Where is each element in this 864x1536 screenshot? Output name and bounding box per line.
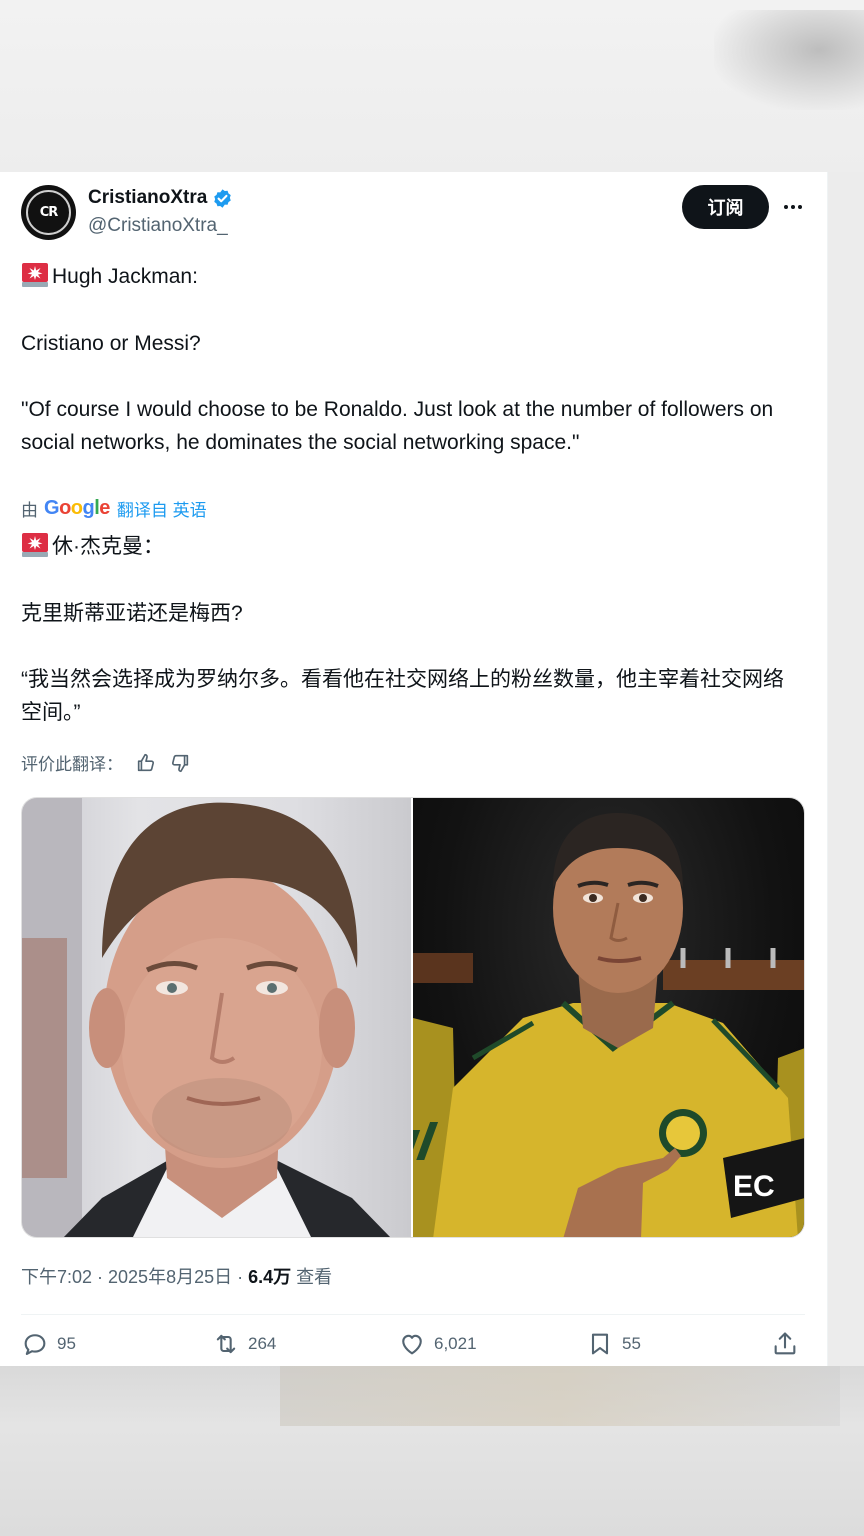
rate-translation-row: 评价此翻译： [21, 750, 191, 775]
translated-line-3: “我当然会选择成为罗纳尔多。看看他在社交网络上的粉丝数量，他主宰着社交网络空间。… [21, 668, 784, 724]
siren-emoji-icon [22, 533, 48, 557]
original-line-2: Cristiano or Messi? [21, 332, 201, 355]
photo-cristiano-ronaldo[interactable]: EC [413, 798, 804, 1237]
bookmark-icon [591, 1333, 609, 1355]
like-count: 6,021 [434, 1334, 477, 1353]
views-count: 6.4万 [248, 1267, 292, 1287]
tweet-meta: 下午7:02 · 2025年8月25日 · 6.4万 查看 [21, 1263, 332, 1289]
background-tint [280, 1366, 840, 1426]
svg-text:EC: EC [733, 1170, 775, 1203]
more-options-button[interactable] [778, 192, 808, 222]
avatar-logo: CR [39, 205, 59, 220]
translated-line-2: 克里斯蒂亚诺还是梅西? [21, 602, 243, 625]
background-top [0, 0, 864, 172]
divider [21, 1314, 805, 1315]
thumbs-up-icon[interactable] [135, 752, 157, 774]
translated-by-label: 由 [21, 501, 38, 520]
original-line-1-text: Hugh Jackman: [52, 265, 198, 288]
translation-attribution: 由 Google 翻译自 英语 [21, 496, 207, 521]
like-button[interactable]: 6,021 [398, 1330, 477, 1358]
repost-count: 264 [248, 1334, 277, 1353]
translated-from-link[interactable]: 翻译自 英语 [117, 496, 207, 521]
views-label: 查看 [291, 1267, 333, 1287]
repost-icon [216, 1334, 236, 1354]
display-name[interactable]: CristianoXtra [88, 187, 207, 209]
bookmark-button[interactable]: 55 [586, 1330, 641, 1358]
action-bar: 95 264 6,021 55 [21, 1330, 805, 1366]
background-blur [714, 10, 864, 110]
avatar-ring: CR [26, 190, 71, 235]
timestamp[interactable]: 下午7:02 · 2025年8月25日 · [21, 1267, 248, 1287]
google-logo: Google [44, 497, 110, 519]
more-horizontal-icon [784, 205, 802, 209]
heart-icon [402, 1334, 422, 1355]
translated-line-1: 休·杰克曼： [21, 530, 164, 563]
reply-icon [24, 1334, 46, 1355]
author-name-row: CristianoXtra [88, 187, 233, 209]
rate-translation-label: 评价此翻译： [21, 755, 123, 774]
share-button[interactable] [771, 1330, 799, 1358]
media-grid[interactable]: EC [21, 797, 805, 1238]
translated-line-1-text: 休·杰克曼： [52, 535, 164, 558]
portrait-man-suit-image [22, 798, 391, 1237]
original-line-1: Hugh Jackman: [21, 260, 198, 293]
avatar[interactable]: CR [21, 185, 76, 240]
portrait-player-yellow-jersey-image: EC [413, 813, 804, 1237]
reply-count: 95 [57, 1334, 76, 1353]
siren-emoji-icon [22, 263, 48, 287]
original-line-3: "Of course I would choose to be Ronaldo.… [21, 398, 774, 454]
photo-hugh-jackman[interactable] [22, 798, 411, 1237]
author-handle[interactable]: @CristianoXtra_ [88, 215, 228, 237]
subscribe-button[interactable]: 订阅 [682, 185, 769, 229]
bookmark-count: 55 [622, 1334, 641, 1353]
reply-button[interactable]: 95 [21, 1330, 76, 1358]
repost-button[interactable]: 264 [212, 1330, 276, 1358]
verified-badge-icon [214, 188, 232, 208]
share-icon [774, 1332, 796, 1355]
background-bottom [0, 1366, 864, 1536]
tweet-card: CR CristianoXtra @CristianoXtra_ 订阅 Hugh… [0, 172, 828, 1366]
thumbs-down-icon[interactable] [169, 752, 191, 774]
